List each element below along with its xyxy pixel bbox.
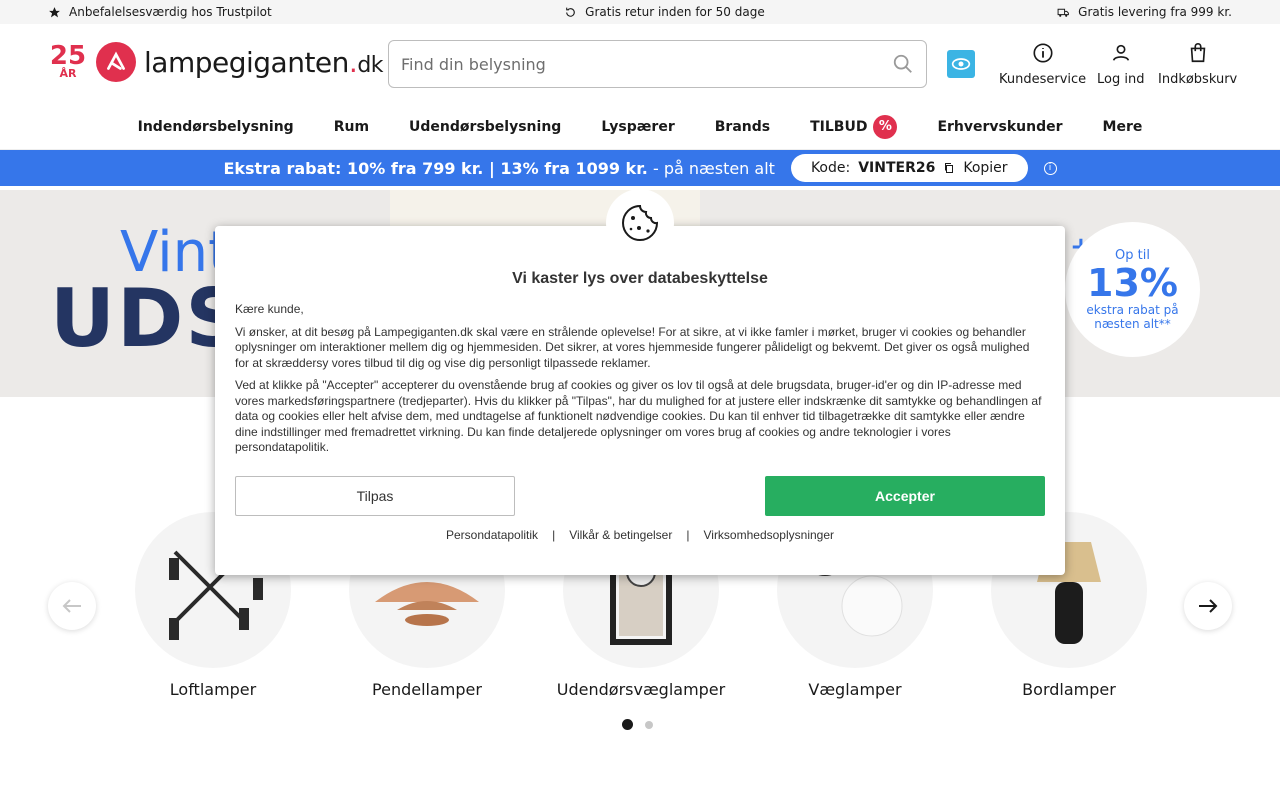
anniversary-badge: 25 ÅR	[48, 43, 88, 80]
usp-bar: Anbefalelsesværdig hos Trustpilot Gratis…	[0, 0, 1280, 24]
nav-item-bulbs[interactable]: Lyspærer	[601, 119, 674, 135]
star-icon	[49, 6, 60, 17]
nav-item-rooms[interactable]: Rum	[334, 119, 369, 135]
logo-name: lampegiganten	[144, 45, 349, 79]
usp-trustpilot-text: Anbefalelsesværdig hos Trustpilot	[69, 5, 272, 19]
promo-rest-text: - på næsten alt	[652, 158, 775, 178]
promo-text: Ekstra rabat: 10% fra 799 kr. | 13% fra …	[223, 159, 775, 178]
cookie-icon	[606, 189, 674, 257]
customize-button[interactable]: Tilpas	[235, 476, 515, 516]
nav-label: Udendørsbelysning	[409, 118, 562, 135]
badge-sub-text: ekstra rabat på næsten alt**	[1086, 303, 1179, 331]
promo-info-icon[interactable]: i	[1043, 161, 1057, 175]
cookie-modal-title: Vi kaster lys over databeskyttelse	[512, 270, 768, 287]
nav-label: Brands	[714, 118, 771, 135]
customer-service-label: Kundeservice	[999, 72, 1087, 87]
promo-code-value: VINTER26	[858, 160, 936, 176]
accept-button[interactable]: Accepter	[765, 476, 1045, 516]
nav-item-more[interactable]: Mere	[1103, 119, 1143, 135]
cookie-modal-links: Persondatapolitik | Vilkår & betingelser…	[215, 528, 1065, 542]
carousel-dot-active[interactable]	[622, 719, 633, 730]
nav-item-brands[interactable]: Brands	[715, 119, 770, 135]
usp-trustpilot[interactable]: Anbefalelsesværdig hos Trustpilot	[48, 5, 272, 19]
promo-bold-text: Ekstra rabat: 10% fra 799 kr. | 13% fra …	[223, 158, 648, 178]
usp-delivery-text: Gratis levering fra 999 kr.	[1078, 5, 1232, 19]
category-label: Loftlamper	[169, 680, 257, 699]
info-icon	[1033, 43, 1053, 63]
promo-banner: Ekstra rabat: 10% fra 799 kr. | 13% fra …	[0, 150, 1280, 186]
cart-label: Indkøbskurv	[1158, 72, 1238, 87]
cookie-modal-body: Kære kunde, Vi ønsker, at dit besøg på L…	[235, 302, 1045, 463]
logo-mark-icon	[96, 42, 136, 82]
nav-item-indoor[interactable]: Indendørsbelysning	[138, 119, 294, 135]
privacy-policy-link[interactable]: Persondatapolitik	[446, 528, 538, 542]
terms-link[interactable]: Vilkår & betingelser	[569, 528, 672, 542]
company-info-link[interactable]: Virksomhedsoplysninger	[703, 528, 834, 542]
truck-icon	[1057, 8, 1070, 17]
usp-return-text: Gratis retur inden for 50 dage	[585, 5, 765, 19]
promo-code-box[interactable]: Kode: VINTER26 Kopier	[790, 154, 1028, 182]
cookie-greeting: Kære kunde,	[235, 302, 304, 316]
percent-icon: %	[873, 114, 898, 139]
user-icon	[1112, 44, 1129, 61]
usp-return[interactable]: Gratis retur inden for 50 dage	[564, 5, 765, 19]
nav-label: TILBUD	[810, 118, 868, 135]
customer-service-link[interactable]: Kundeservice	[999, 42, 1086, 87]
carousel-prev-button[interactable]	[48, 582, 96, 630]
copy-code-button[interactable]: Kopier	[963, 160, 1007, 176]
trust-eye-icon[interactable]	[947, 50, 975, 78]
nav-label: Erhvervskunder	[937, 118, 1063, 135]
badge-percent: 13%	[1087, 261, 1178, 305]
cookie-paragraph-2: Ved at klikke på "Accepter" accepterer d…	[235, 378, 1042, 454]
logo-wordmark: lampegiganten.dk	[144, 45, 384, 79]
arrow-left-icon	[62, 599, 81, 613]
logo-tld: dk	[357, 52, 384, 78]
cookie-consent-modal: Vi kaster lys over databeskyttelse Kære …	[215, 189, 1065, 575]
carousel-dot[interactable]	[645, 720, 653, 729]
carousel-pagination	[622, 719, 653, 730]
nav-label: Rum	[333, 118, 370, 135]
nav-item-outdoor[interactable]: Udendørsbelysning	[409, 119, 561, 135]
arrow-right-icon	[1199, 599, 1218, 613]
return-icon	[566, 7, 575, 17]
category-label: Pendellamper	[372, 680, 482, 699]
site-logo[interactable]: 25 ÅR lampegiganten.dk	[48, 42, 384, 82]
nav-item-offers[interactable]: TILBUD%	[810, 114, 898, 139]
cart-link[interactable]: Indkøbskurv	[1158, 42, 1237, 87]
shopping-bag-icon	[1190, 43, 1205, 63]
promo-code-label: Kode:	[810, 160, 851, 176]
hero-discount-badge: Op til 13% ekstra rabat på næsten alt**	[1065, 222, 1200, 357]
search-bar[interactable]	[388, 40, 927, 88]
search-input[interactable]	[401, 54, 892, 74]
login-link[interactable]: Log ind	[1097, 42, 1144, 87]
nav-label: Lyspærer	[601, 118, 675, 135]
category-label: Væglamper	[808, 680, 902, 699]
category-label: Bordlamper	[1022, 680, 1116, 699]
copy-icon	[945, 163, 954, 173]
search-icon[interactable]	[892, 53, 914, 75]
link-separator: |	[552, 528, 556, 542]
category-label: Udendørsvæglamper	[556, 680, 726, 699]
carousel-next-button[interactable]	[1184, 582, 1232, 630]
nav-item-business[interactable]: Erhvervskunder	[937, 119, 1062, 135]
nav-label: Indendørsbelysning	[137, 118, 294, 135]
nav-label: Mere	[1102, 118, 1143, 135]
link-separator: |	[686, 528, 690, 542]
site-header: 25 ÅR lampegiganten.dk Kundeservice Log …	[0, 24, 1280, 104]
usp-delivery[interactable]: Gratis levering fra 999 kr.	[1057, 5, 1232, 19]
login-label: Log ind	[1097, 72, 1145, 87]
main-navigation: Indendørsbelysning Rum Udendørsbelysning…	[0, 104, 1280, 150]
cookie-paragraph-1: Vi ønsker, at dit besøg på Lampegiganten…	[235, 324, 1030, 370]
